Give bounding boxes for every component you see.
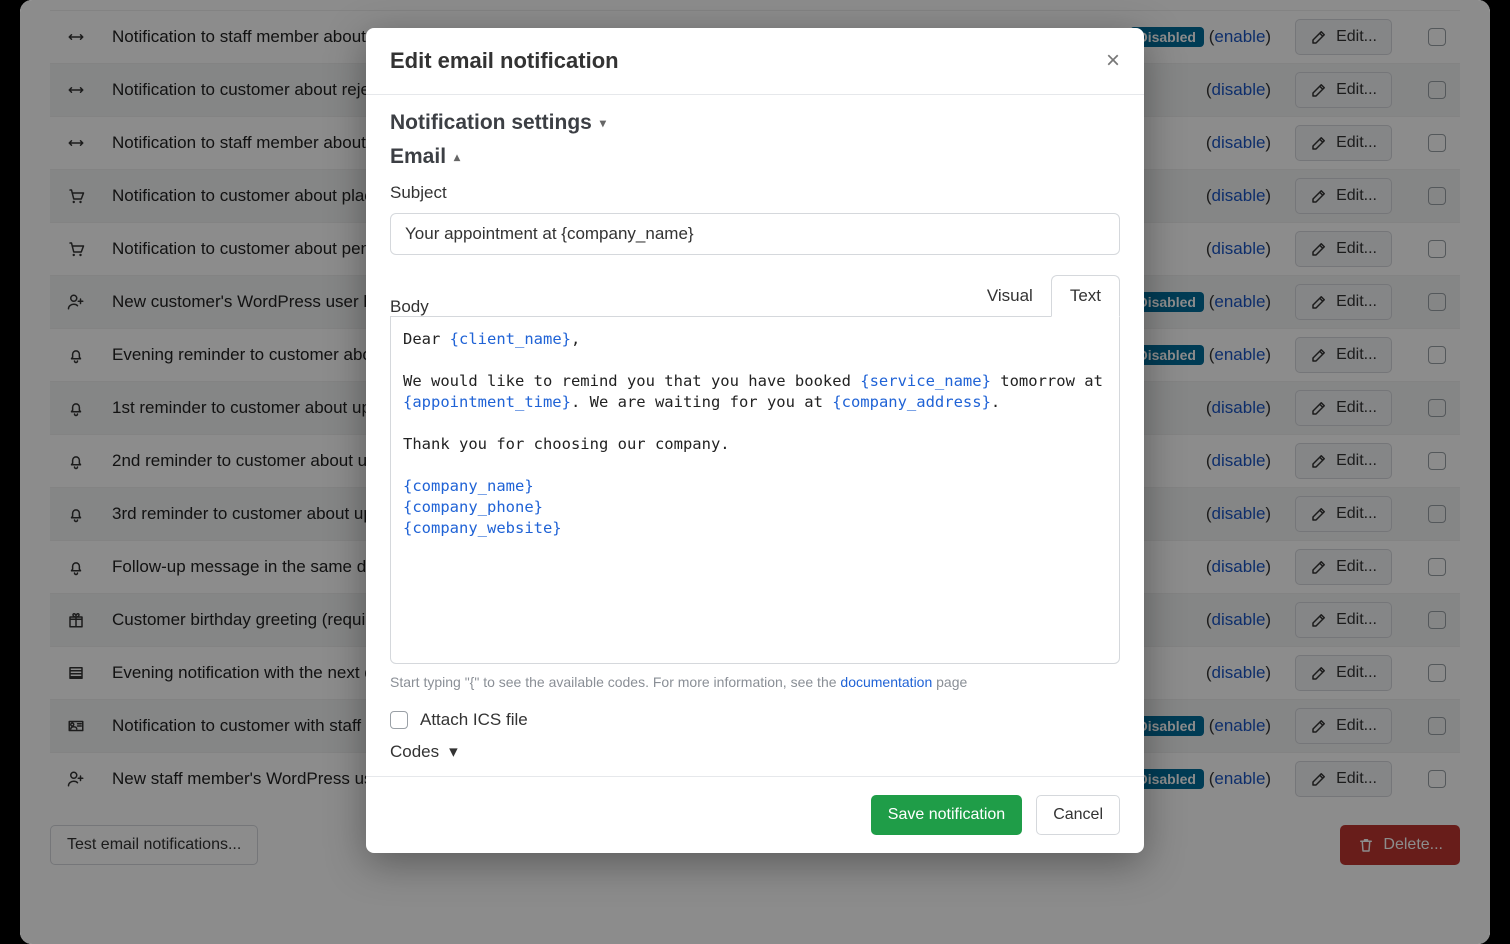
template-code: {service_name} — [860, 372, 991, 390]
checkbox-icon — [390, 711, 408, 729]
edit-notification-modal: Edit email notification × Notification s… — [366, 28, 1144, 853]
chevron-up-icon: ▴ — [454, 150, 460, 164]
subject-input[interactable] — [390, 213, 1120, 255]
notification-settings-toggle[interactable]: Notification settings ▾ — [390, 111, 1120, 135]
email-section-toggle[interactable]: Email ▴ — [390, 145, 1120, 169]
modal-footer: Save notification Cancel — [366, 776, 1144, 853]
attach-ics-label: Attach ICS file — [420, 710, 528, 730]
template-code: {company_address} — [832, 393, 991, 411]
modal-body: Notification settings ▾ Email ▴ Subject … — [366, 95, 1144, 776]
modal-header: Edit email notification × — [366, 28, 1144, 95]
template-code: {appointment_time} — [403, 393, 571, 411]
body-label: Body — [390, 297, 429, 317]
body-editor[interactable]: Dear {client_name}, We would like to rem… — [390, 316, 1120, 664]
tab-text[interactable]: Text — [1051, 275, 1120, 317]
chevron-down-icon: ▾ — [449, 742, 458, 762]
section-label: Email — [390, 145, 446, 169]
section-label: Codes — [390, 742, 439, 762]
tab-visual[interactable]: Visual — [969, 275, 1051, 317]
modal-title: Edit email notification — [390, 48, 619, 74]
codes-toggle[interactable]: Codes ▾ — [390, 742, 1120, 762]
attach-ics-checkbox[interactable]: Attach ICS file — [390, 710, 1120, 730]
section-label: Notification settings — [390, 111, 592, 135]
cancel-button[interactable]: Cancel — [1036, 795, 1120, 835]
subject-label: Subject — [390, 183, 1120, 203]
template-code: {company_website} — [403, 519, 562, 537]
codes-hint: Start typing "{" to see the available co… — [390, 674, 1120, 690]
editor-tabs: Visual Text — [969, 275, 1120, 317]
chevron-down-icon: ▾ — [600, 116, 606, 130]
template-code: {client_name} — [450, 330, 571, 348]
save-button[interactable]: Save notification — [871, 795, 1022, 835]
documentation-link[interactable]: documentation — [840, 674, 932, 690]
close-icon[interactable]: × — [1106, 49, 1120, 73]
template-code: {company_name} — [403, 477, 534, 495]
template-code: {company_phone} — [403, 498, 543, 516]
